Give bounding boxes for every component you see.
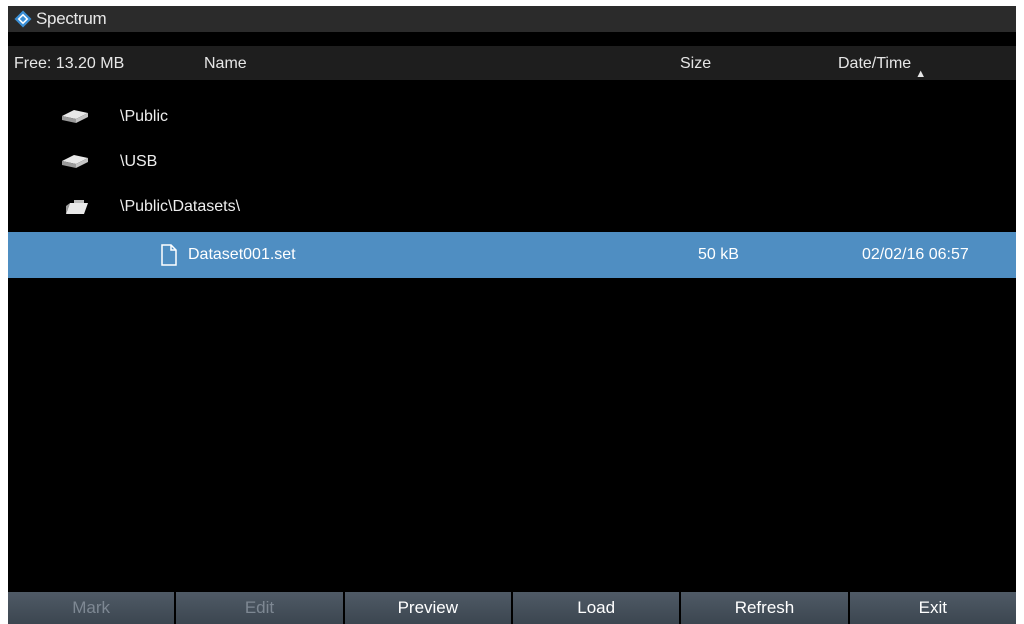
softkey-bar: Mark Edit Preview Load Refresh Exit [8,592,1016,624]
directory-label: \USB [120,153,158,170]
load-button[interactable]: Load [512,592,680,624]
title-bar: Spectrum [8,6,1016,32]
directory-row-public[interactable]: \Public [8,98,1016,134]
preview-button[interactable]: Preview [344,592,511,624]
sort-ascending-icon: ▲ [915,68,927,80]
free-space-label: Free: 13.20 MB [14,55,125,72]
drive-icon [58,104,92,133]
datetime-column-header[interactable]: Date/Time▲ [838,55,926,80]
open-folder-icon [58,194,92,223]
refresh-button[interactable]: Refresh [681,592,848,624]
file-row-selected[interactable]: Dataset001.set 50 kB 02/02/16 06:57 [8,232,1016,278]
file-date: 02/02/16 06:57 [862,246,969,263]
directory-label: \Public [120,108,169,125]
file-name: Dataset001.set [188,246,296,263]
directory-label: \Public\Datasets\ [120,198,241,215]
exit-button[interactable]: Exit [849,592,1016,624]
file-icon [160,244,178,271]
diamond-logo-icon [14,10,32,28]
app-title: Spectrum [36,9,107,28]
name-column-header[interactable]: Name [204,55,247,73]
mark-button[interactable]: Mark [8,592,175,624]
file-manager-screen: Spectrum Free: 13.20 MB Name Size Date/T… [8,6,1016,624]
file-size: 50 kB [698,246,739,263]
size-column-header[interactable]: Size [680,55,711,73]
drive-icon [58,149,92,178]
datetime-header-label: Date/Time [838,55,912,72]
directory-row-datasets[interactable]: \Public\Datasets\ [8,188,1016,224]
directory-row-usb[interactable]: \USB [8,143,1016,179]
column-header-row: Free: 13.20 MB Name Size Date/Time▲ [8,46,1016,80]
edit-button[interactable]: Edit [176,592,343,624]
